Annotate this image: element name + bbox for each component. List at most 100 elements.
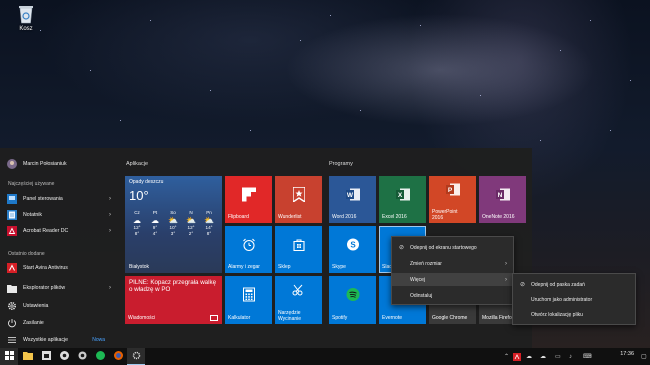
bottom-item-settings[interactable]: Ustawienia xyxy=(0,299,119,313)
recent-label: Start Avira Antivirus xyxy=(23,265,68,271)
tile-weather[interactable]: Opady deszczu 10° Cz ☁ 12° 8° Pt ☁ 9° 4°… xyxy=(125,176,222,273)
tile-spotify[interactable]: Spotify xyxy=(329,276,376,324)
svg-text:S: S xyxy=(350,240,356,249)
menu-item-unpin-start[interactable]: ⊘ Odepnij od ekranu startowego xyxy=(392,241,513,254)
forecast-day: Pt ☁ 9° 4° xyxy=(147,210,163,238)
onedrive-icon[interactable]: ☁ xyxy=(540,348,546,365)
svg-text:X: X xyxy=(397,192,402,199)
group-title-programs: Programy xyxy=(329,161,353,167)
unpin-icon: ⊘ xyxy=(520,282,526,288)
network-icon[interactable]: ▭ xyxy=(555,348,561,365)
submenu-item-run-as-admin[interactable]: Uruchom jako administrator xyxy=(513,293,635,306)
forecast-low: 8° xyxy=(206,231,212,237)
taskbar-file-explorer[interactable] xyxy=(19,348,37,365)
chevron-up-icon[interactable]: ⌃ xyxy=(504,348,509,365)
cloud-sync-icon[interactable]: ☁ xyxy=(526,348,532,365)
tile-excel[interactable]: X Excel 2016 xyxy=(379,176,426,223)
start-button[interactable] xyxy=(0,348,18,365)
menu-item-label: Zmień rozmiar xyxy=(410,260,442,267)
taskbar-app[interactable] xyxy=(73,348,91,365)
tile-onenote[interactable]: N OneNote 2016 xyxy=(479,176,526,223)
menu-item-resize[interactable]: Zmień rozmiar › xyxy=(392,257,513,270)
taskbar-firefox[interactable] xyxy=(109,348,127,365)
tile-word[interactable]: W Word 2016 xyxy=(329,176,376,223)
tile-label: Sklep xyxy=(278,264,291,270)
weather-temperature: 10° xyxy=(129,188,149,203)
most-used-item-control-panel[interactable]: Panel sterowania › xyxy=(0,192,119,206)
tile-label: Kalkulator xyxy=(228,315,251,321)
excel-icon: X xyxy=(395,187,410,206)
tile-label: Google Chrome xyxy=(432,315,468,321)
user-account[interactable]: Marcin Połosianiuk xyxy=(0,157,119,171)
forecast-day: Pn ⛅ 14° 8° xyxy=(201,210,217,238)
forecast-low: 2° xyxy=(188,231,194,237)
partly-cloudy-icon: ⛅ xyxy=(168,215,178,225)
svg-text:W: W xyxy=(346,192,353,199)
tile-skype[interactable]: S Skype xyxy=(329,226,376,273)
all-apps-icon xyxy=(7,335,17,345)
bottom-item-file-explorer[interactable]: Eksplorator plików › xyxy=(0,281,119,295)
chevron-right-icon[interactable]: › xyxy=(109,285,111,291)
menu-item-more[interactable]: Więcej › xyxy=(392,273,513,286)
group-title-apps: Aplikacje xyxy=(126,161,149,167)
chevron-right-icon[interactable]: › xyxy=(109,196,111,202)
tile-calculator[interactable]: Kalkulator xyxy=(225,276,272,324)
cloud-icon: ☁ xyxy=(133,215,141,225)
submenu-item-label: Odepnij od paska zadań xyxy=(531,281,585,288)
news-headline: PILNE: Kopacz przegrała walkę o władzę w… xyxy=(129,279,217,294)
recent-item-avira[interactable]: Start Avira Antivirus xyxy=(0,261,119,275)
control-panel-icon xyxy=(7,194,17,204)
recently-added-title: Ostatnio dodane xyxy=(8,251,45,257)
taskbar-chrome[interactable] xyxy=(55,348,73,365)
weather-city: Białystok xyxy=(129,264,150,270)
taskbar-clock[interactable]: 17:36 xyxy=(620,351,634,357)
scissors-icon xyxy=(292,283,306,301)
submenu-item-open-location[interactable]: Otwórz lokalizację pliku xyxy=(513,308,635,321)
tile-snipping-tool[interactable]: Narzędzie Wycinanie xyxy=(275,276,322,324)
tile-label: Spotify xyxy=(332,315,348,321)
recycle-bin-desktop-icon[interactable]: Kosz xyxy=(8,4,44,32)
chevron-right-icon[interactable]: › xyxy=(109,228,111,234)
forecast-low: 8° xyxy=(134,231,140,237)
news-icon xyxy=(210,315,218,321)
menu-item-uninstall[interactable]: Odinstaluj xyxy=(392,289,513,302)
avatar xyxy=(7,159,17,169)
bottom-item-power[interactable]: Zasilanie xyxy=(0,316,119,330)
tile-label: Skype xyxy=(332,264,346,270)
weather-forecast: Cz ☁ 12° 8° Pt ☁ 9° 4° So ⛅ 10° 3° N ⛅ 1… xyxy=(129,210,217,238)
most-used-item-notepad[interactable]: Notatnik › xyxy=(0,208,119,222)
most-used-item-acrobat[interactable]: Acrobat Reader DC › xyxy=(0,224,119,238)
tile-context-menu: ⊘ Odepnij od ekranu startowego Zmień roz… xyxy=(391,236,514,305)
chevron-right-icon[interactable]: › xyxy=(109,212,111,218)
gear-icon xyxy=(7,301,17,311)
tile-wunderlist[interactable]: Wunderlist xyxy=(275,176,322,223)
language-icon[interactable]: ⌨ xyxy=(583,348,592,365)
notifications-icon[interactable]: ▢ xyxy=(641,348,650,365)
alarm-clock-icon xyxy=(242,237,256,256)
tile-label: Evernote xyxy=(382,315,403,321)
bottom-label: Zasilanie xyxy=(23,320,44,326)
svg-text:P: P xyxy=(447,187,452,194)
tile-label: Alarmy i zegar xyxy=(228,264,260,270)
taskbar-settings[interactable] xyxy=(127,348,145,365)
tile-powerpoint[interactable]: P PowerPoint 2016 xyxy=(429,176,476,223)
volume-icon[interactable]: ♪ xyxy=(569,348,572,365)
spotify-icon xyxy=(346,288,360,307)
tile-flipboard[interactable]: Flipboard xyxy=(225,176,272,223)
submenu-item-unpin-taskbar[interactable]: ⊘ Odepnij od paska zadań xyxy=(513,278,635,291)
bottom-item-all-apps[interactable]: Wszystkie aplikacje Nowa xyxy=(0,333,119,347)
folder-icon xyxy=(23,351,33,362)
tile-alarms[interactable]: Alarmy i zegar xyxy=(225,226,272,273)
tile-store[interactable]: Sklep xyxy=(275,226,322,273)
news-tile-label: Wiadomości xyxy=(128,315,156,321)
tile-label: Word 2016 xyxy=(332,214,357,220)
chrome-icon xyxy=(59,351,69,362)
notepad-icon xyxy=(7,210,17,220)
submenu-item-label: Otwórz lokalizację pliku xyxy=(531,311,583,318)
tile-news[interactable]: PILNE: Kopacz przegrała walkę o władzę w… xyxy=(125,276,222,324)
taskbar-store[interactable] xyxy=(37,348,55,365)
menu-item-label: Odepnij od ekranu startowego xyxy=(410,244,477,251)
avira-tray-icon[interactable] xyxy=(513,348,521,365)
spotify-icon xyxy=(95,351,105,362)
taskbar-spotify[interactable] xyxy=(91,348,109,365)
